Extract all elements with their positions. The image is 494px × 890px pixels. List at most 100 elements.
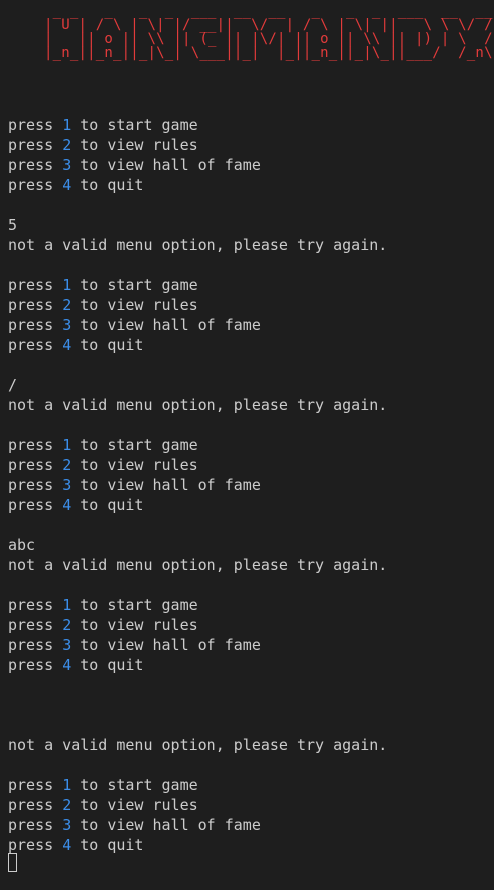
menu-option-2: press 2 to view rules bbox=[8, 135, 494, 155]
menu-option-prefix: press bbox=[8, 316, 63, 334]
menu-option-prefix: press bbox=[8, 436, 63, 454]
terminal-cursor[interactable] bbox=[8, 853, 17, 872]
menu-option-3: press 3 to view hall of fame bbox=[8, 475, 494, 495]
menu-option-label: to view hall of fame bbox=[71, 816, 261, 834]
menu-option-label: to view rules bbox=[71, 616, 198, 634]
menu-option-key: 4 bbox=[62, 656, 72, 674]
menu-option-prefix: press bbox=[8, 336, 63, 354]
menu-option-key: 1 bbox=[62, 776, 72, 794]
menu-option-label: to view hall of fame bbox=[71, 316, 261, 334]
menu-option-key: 4 bbox=[62, 836, 72, 854]
menu-option-prefix: press bbox=[8, 496, 63, 514]
menu-option-prefix: press bbox=[8, 296, 63, 314]
menu-option-label: to view rules bbox=[71, 456, 198, 474]
menu-option-key: 4 bbox=[62, 496, 72, 514]
menu-option-prefix: press bbox=[8, 796, 63, 814]
terminal-output: press 1 to start game press 2 to view rul… bbox=[8, 115, 494, 855]
menu-option-key: 4 bbox=[62, 176, 72, 194]
menu-option-label: to start game bbox=[71, 596, 198, 614]
user-input-line: / bbox=[8, 376, 18, 394]
menu-option-2: press 2 to view rules bbox=[8, 615, 494, 635]
menu-option-label: to start game bbox=[71, 116, 198, 134]
menu-option-label: to view rules bbox=[71, 296, 198, 314]
hangman-ascii-banner: _ _ _ _ _ ___ __ __ _ _ _ ___ __ __ | U … bbox=[44, 3, 493, 61]
menu-option-key: 3 bbox=[62, 636, 72, 654]
user-input-line bbox=[8, 695, 494, 715]
menu-option-label: to quit bbox=[71, 836, 144, 854]
error-message: not a valid menu option, please try agai… bbox=[8, 556, 388, 574]
menu-option-key: 2 bbox=[62, 296, 72, 314]
menu-option-key: 3 bbox=[62, 156, 72, 174]
menu-option-prefix: press bbox=[8, 476, 63, 494]
menu-option-label: to view rules bbox=[71, 796, 198, 814]
menu-option-prefix: press bbox=[8, 456, 63, 474]
menu-option-label: to view hall of fame bbox=[71, 156, 261, 174]
terminal-window[interactable]: _ _ _ _ _ ___ __ __ _ _ _ ___ __ __ | U … bbox=[0, 0, 494, 890]
menu-option-prefix: press bbox=[8, 776, 63, 794]
menu-option-label: to start game bbox=[71, 776, 198, 794]
error-message: not a valid menu option, please try agai… bbox=[8, 736, 388, 754]
menu-option-3: press 3 to view hall of fame bbox=[8, 815, 494, 835]
menu-option-2: press 2 to view rules bbox=[8, 795, 494, 815]
menu-option-prefix: press bbox=[8, 596, 63, 614]
menu-option-3: press 3 to view hall of fame bbox=[8, 155, 494, 175]
menu-option-4: press 4 to quit bbox=[8, 655, 494, 675]
menu-option-key: 2 bbox=[62, 136, 72, 154]
menu-option-label: to start game bbox=[71, 276, 198, 294]
menu-option-prefix: press bbox=[8, 276, 63, 294]
menu-option-prefix: press bbox=[8, 816, 63, 834]
menu-option-prefix: press bbox=[8, 836, 63, 854]
menu-option-prefix: press bbox=[8, 656, 63, 674]
menu-option-label: to start game bbox=[71, 436, 198, 454]
menu-option-1: press 1 to start game bbox=[8, 275, 494, 295]
menu-option-key: 2 bbox=[62, 616, 72, 634]
menu-option-label: to quit bbox=[71, 336, 144, 354]
menu-option-1: press 1 to start game bbox=[8, 115, 494, 135]
menu-option-key: 1 bbox=[62, 276, 72, 294]
menu-option-key: 2 bbox=[62, 796, 72, 814]
menu-option-prefix: press bbox=[8, 176, 63, 194]
menu-option-label: to quit bbox=[71, 176, 144, 194]
menu-option-key: 3 bbox=[62, 316, 72, 334]
user-input-line: abc bbox=[8, 536, 36, 554]
menu-option-prefix: press bbox=[8, 136, 63, 154]
menu-option-1: press 1 to start game bbox=[8, 775, 494, 795]
menu-option-key: 3 bbox=[62, 816, 72, 834]
menu-option-2: press 2 to view rules bbox=[8, 295, 494, 315]
menu-option-key: 1 bbox=[62, 596, 72, 614]
menu-option-1: press 1 to start game bbox=[8, 595, 494, 615]
menu-option-3: press 3 to view hall of fame bbox=[8, 315, 494, 335]
menu-option-2: press 2 to view rules bbox=[8, 455, 494, 475]
menu-option-key: 4 bbox=[62, 336, 72, 354]
menu-option-label: to quit bbox=[71, 656, 144, 674]
menu-option-4: press 4 to quit bbox=[8, 335, 494, 355]
menu-option-label: to view hall of fame bbox=[71, 476, 261, 494]
menu-option-prefix: press bbox=[8, 636, 63, 654]
menu-option-label: to view hall of fame bbox=[71, 636, 261, 654]
menu-option-label: to view rules bbox=[71, 136, 198, 154]
menu-option-key: 3 bbox=[62, 476, 72, 494]
user-input-line: 5 bbox=[8, 216, 18, 234]
menu-option-1: press 1 to start game bbox=[8, 435, 494, 455]
menu-option-prefix: press bbox=[8, 616, 63, 634]
menu-option-prefix: press bbox=[8, 156, 63, 174]
menu-option-key: 1 bbox=[62, 116, 72, 134]
menu-option-label: to quit bbox=[71, 496, 144, 514]
error-message: not a valid menu option, please try agai… bbox=[8, 236, 388, 254]
menu-option-4: press 4 to quit bbox=[8, 835, 494, 855]
menu-option-key: 2 bbox=[62, 456, 72, 474]
menu-option-4: press 4 to quit bbox=[8, 495, 494, 515]
error-message: not a valid menu option, please try agai… bbox=[8, 396, 388, 414]
menu-option-key: 1 bbox=[62, 436, 72, 454]
menu-option-4: press 4 to quit bbox=[8, 175, 494, 195]
menu-option-prefix: press bbox=[8, 116, 63, 134]
